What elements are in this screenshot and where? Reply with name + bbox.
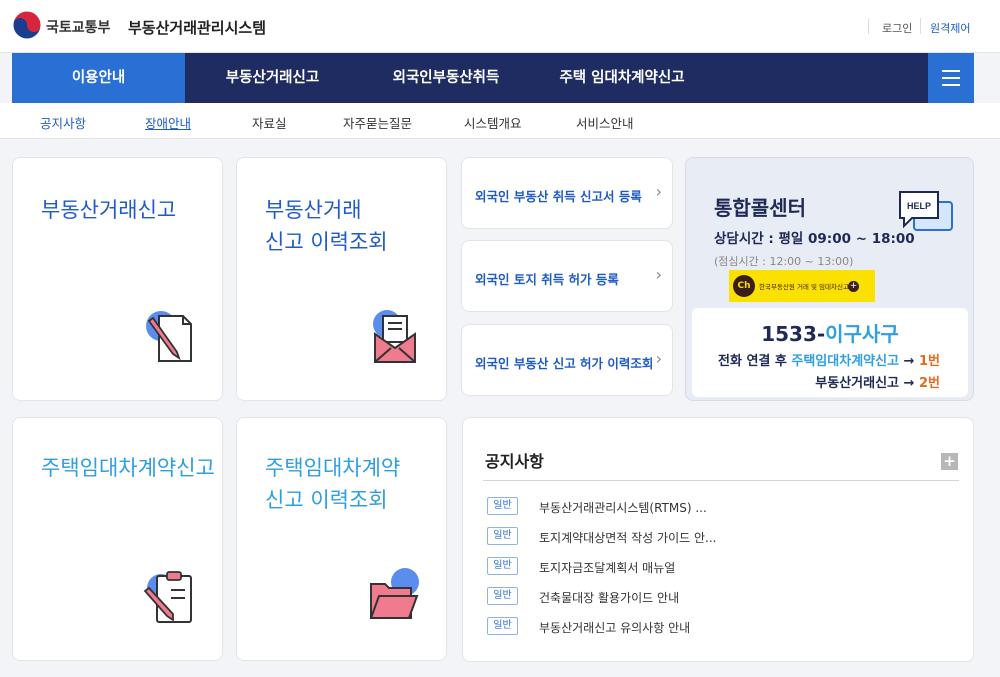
notice-item-title[interactable]: 건축물대장 활용가이드 안내 [539,589,679,606]
divider [920,18,921,34]
card-trade-report[interactable]: 부동산거래신고 [12,157,223,401]
card-title: 주택임대차계약신고 [41,456,215,480]
notice-item[interactable]: 일반 부동산거래관리시스템(RTMS) ... [487,497,947,527]
card-lease-report[interactable]: 주택임대차계약신고 [12,417,223,661]
nav-item-usage-guide[interactable]: 이용안내 [12,53,185,103]
card-trade-history[interactable]: 부동산거래 신고 이력조회 [236,157,447,401]
notice-item-title[interactable]: 토지계약대상면적 작성 가이드 안... [539,529,716,546]
link-label: 외국인 부동산 취득 신고서 등록 [475,189,642,204]
nav-item-lease-report[interactable]: 주택 임대차계약신고 [537,53,707,103]
notice-title: 공지사항 [485,452,544,471]
login-link[interactable]: 로그인 [882,20,912,36]
card-lease-history[interactable]: 주택임대차계약 신고 이력조회 [236,417,447,661]
subnav-item-faq[interactable]: 자주묻는질문 [343,113,412,132]
chevron-right-icon: › [655,182,662,201]
help-speech-bubble-icon: HELP [899,191,953,231]
card-title: 부동산거래신고 [41,198,177,222]
document-pen-icon [146,311,192,362]
sub-nav: 공지사항 장애안내 자료실 자주묻는질문 시스템개요 서비스안내 [0,103,1000,139]
link-foreign-land-permit[interactable]: 외국인 토지 취득 허가 등록 › [461,240,673,312]
notice-list: 일반 부동산거래관리시스템(RTMS) ... 일반 토지계약대상면적 작성 가… [487,497,947,647]
card-title: 부동산거래 신고 이력조회 [265,198,388,254]
category-badge: 일반 [487,497,518,515]
divider [868,18,869,34]
ministry-name[interactable]: 국토교통부 [46,17,110,37]
call-center-title: 통합콜센터 [714,196,806,220]
category-badge: 일반 [487,557,518,575]
kakao-channel-text: 한국부동산원 거래 및 임대차신고 [759,283,849,291]
subnav-item-library[interactable]: 자료실 [252,113,287,132]
category-badge: 일반 [487,617,518,635]
more-plus-button[interactable]: + [941,453,958,470]
category-badge: 일반 [487,527,518,545]
call-center-lunch: (점심시간 : 12:00 ~ 13:00) [714,255,854,268]
open-folder-icon [369,568,419,619]
call-center-hours: 상담시간 : 평일 09:00 ~ 18:00 [714,231,915,247]
notice-item[interactable]: 일반 건축물대장 활용가이드 안내 [487,587,947,617]
kakao-channel-button[interactable]: Ch 한국부동산원 거래 및 임대차신고 + [729,270,875,302]
notice-item-title[interactable]: 부동산거래관리시스템(RTMS) ... [539,499,707,516]
help-label: HELP [907,201,931,211]
call-number-word: 이구사구 [825,322,899,346]
plus-icon: + [848,281,859,292]
card-title: 주택임대차계약 신고 이력조회 [265,456,401,512]
chevron-right-icon: › [655,349,662,368]
chevron-right-icon: › [655,265,662,284]
notice-item[interactable]: 일반 부동산거래신고 유의사항 안내 [487,617,947,647]
subnav-item-service-guide[interactable]: 서비스안내 [576,113,634,132]
hamburger-menu-icon[interactable] [928,53,974,103]
link-foreign-permit-history[interactable]: 외국인 부동산 신고 허가 이력조회 › [461,324,673,396]
category-badge: 일반 [487,587,518,605]
subnav-item-notice[interactable]: 공지사항 [40,113,86,132]
system-title[interactable]: 부동산거래관리시스템 [128,17,266,38]
main-nav: 이용안내 부동산거래신고 외국인부동산취득 주택 임대차계약신고 [12,53,974,103]
top-header: 국토교통부 부동산거래관리시스템 로그인 원격제어 [0,0,1000,53]
korea-taegeuk-logo-icon[interactable] [12,10,42,40]
kakao-channel-badge: Ch [733,275,755,297]
link-label: 외국인 토지 취득 허가 등록 [475,272,619,287]
nav-item-trade-report[interactable]: 부동산거래신고 [185,53,360,103]
call-number: 1533-이구사구 [692,318,968,347]
envelope-letter-icon [373,310,416,363]
subnav-item-outage[interactable]: 장애안내 [145,113,191,132]
notice-item-title[interactable]: 토지자금조달계획서 매뉴얼 [539,559,675,576]
notice-item[interactable]: 일반 토지자금조달계획서 매뉴얼 [487,557,947,587]
call-route-line-1: 전화 연결 후 주택임대차계약신고 → 1번 [718,354,940,369]
clipboard-pen-icon [143,571,192,623]
divider [483,480,959,481]
nav-item-foreigner-acquisition[interactable]: 외국인부동산취득 [362,53,530,103]
link-label: 외국인 부동산 신고 허가 이력조회 [475,356,654,371]
call-number-box: 1533-이구사구 전화 연결 후 주택임대차계약신고 → 1번 부동산거래신고… [692,308,968,397]
call-number-digits: 1533- [761,322,826,346]
notice-panel: 공지사항 + 일반 부동산거래관리시스템(RTMS) ... 일반 토지계약대상… [462,417,974,662]
subnav-item-system-overview[interactable]: 시스템개요 [464,113,522,132]
call-route-line-2: 부동산거래신고 → 2번 [815,376,940,391]
notice-item[interactable]: 일반 토지계약대상면적 작성 가이드 안... [487,527,947,557]
link-foreign-acquisition-report[interactable]: 외국인 부동산 취득 신고서 등록 › [461,157,673,229]
call-center-panel: 통합콜센터 상담시간 : 평일 09:00 ~ 18:00 (점심시간 : 12… [685,157,974,401]
notice-item-title[interactable]: 부동산거래신고 유의사항 안내 [539,619,690,636]
remote-control-link[interactable]: 원격제어 [930,20,970,36]
